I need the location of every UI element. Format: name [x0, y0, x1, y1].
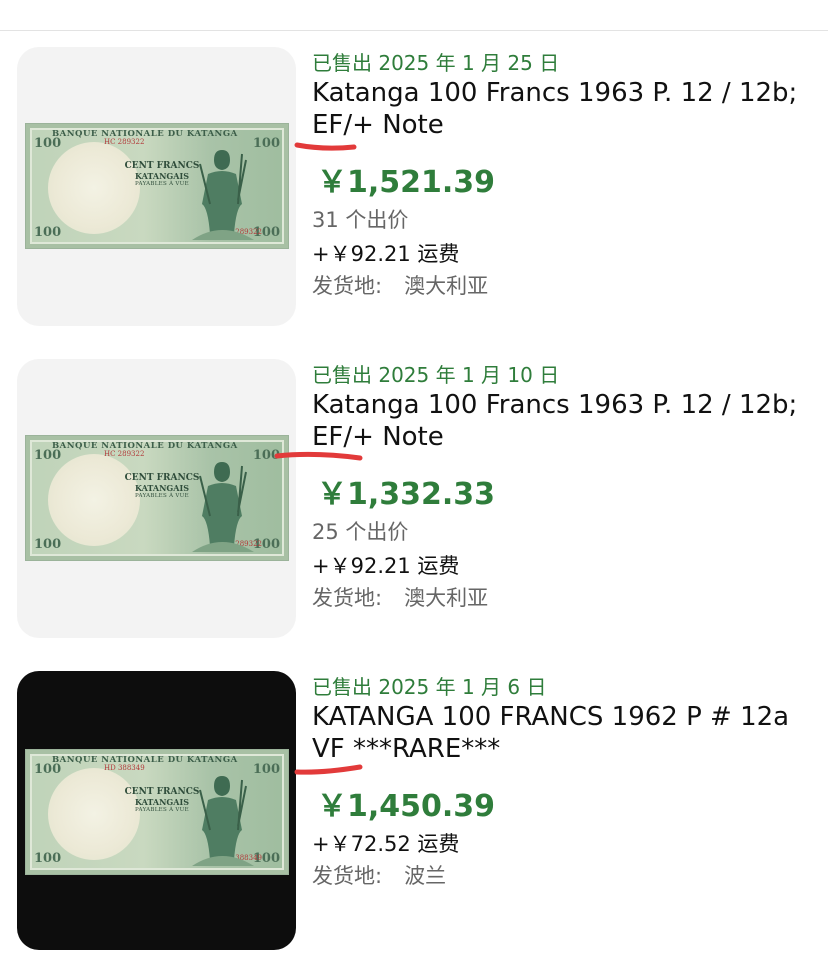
shipping-cost: +￥92.21 运费 — [312, 242, 460, 266]
title-line[interactable]: Katanga 100 Francs 1963 P. 12 / 12b; — [312, 77, 817, 109]
title-line[interactable]: EF/+ Note — [312, 421, 817, 453]
note-denomination: 100 — [34, 537, 62, 552]
ship-from-label: 发货地: — [312, 586, 383, 610]
note-center-text: CENT FRANCS KATANGAIS PAYABLES À VUE — [124, 787, 200, 813]
bid-count: 31 个出价 — [312, 208, 409, 232]
note-denomination: 100 — [34, 225, 62, 240]
ship-from: 发货地: 波兰 — [312, 861, 446, 891]
title-line[interactable]: VF ***RARE*** — [312, 733, 817, 765]
note-serial: HD 388349 — [104, 764, 145, 772]
note-denomination: 100 — [252, 136, 280, 151]
note-bank-name: BANQUE NATIONALE DU KATANGA — [52, 129, 238, 139]
note-serial: HC 289322 — [104, 138, 145, 146]
ship-from-label: 发货地: — [312, 864, 383, 888]
listing-title[interactable]: KATANGA 100 FRANCS 1962 P # 12a VF ***RA… — [312, 701, 817, 765]
bid-count: 25 个出价 — [312, 520, 409, 544]
note-center-text: CENT FRANCS KATANGAIS PAYABLES À VUE — [124, 473, 200, 499]
sold-date: 已售出 2025 年 1 月 25 日 — [312, 51, 560, 75]
price: ￥1,332.33 — [317, 477, 496, 512]
red-underline-mark — [294, 142, 357, 151]
title-line[interactable]: KATANGA 100 FRANCS 1962 P # 12a — [312, 701, 817, 733]
note-denomination: 100 — [252, 762, 280, 777]
title-line[interactable]: Katanga 100 Francs 1963 P. 12 / 12b; — [312, 389, 817, 421]
ship-from: 发货地: 澳大利亚 — [312, 271, 488, 301]
ship-from-value: 澳大利亚 — [404, 586, 489, 610]
red-underline-mark — [294, 764, 363, 775]
note-denomination: 100 — [34, 448, 62, 463]
listing-thumbnail[interactable]: BANQUE NATIONALE DU KATANGA 100 100 100 … — [17, 671, 296, 950]
note-bank-name: BANQUE NATIONALE DU KATANGA — [52, 755, 238, 765]
price: ￥1,521.39 — [317, 165, 496, 200]
ship-from-value: 澳大利亚 — [404, 274, 489, 298]
watermark-area — [48, 142, 140, 234]
watermark-area — [48, 454, 140, 546]
shipping-cost: +￥92.21 运费 — [312, 554, 460, 578]
watermark-area — [48, 768, 140, 860]
portrait-figure-icon — [192, 776, 254, 866]
listing-item[interactable]: BANQUE NATIONALE DU KATANGA 100 100 100 … — [0, 671, 828, 953]
note-bank-name: BANQUE NATIONALE DU KATANGA — [52, 441, 238, 451]
note-center-text: CENT FRANCS KATANGAIS PAYABLES À VUE — [124, 161, 200, 187]
listing-thumbnail[interactable]: BANQUE NATIONALE DU KATANGA 100 100 100 … — [17, 47, 296, 326]
note-denomination: 100 — [34, 136, 62, 151]
portrait-figure-icon — [192, 150, 254, 240]
shipping-cost: +￥72.52 运费 — [312, 832, 460, 856]
note-denomination: 100 — [34, 762, 62, 777]
listing-title[interactable]: Katanga 100 Francs 1963 P. 12 / 12b; EF/… — [312, 77, 817, 141]
top-divider — [0, 30, 828, 31]
ship-from-label: 发货地: — [312, 274, 383, 298]
banknote-image: BANQUE NATIONALE DU KATANGA 100 100 100 … — [25, 749, 289, 875]
title-line[interactable]: EF/+ Note — [312, 109, 817, 141]
listing-thumbnail[interactable]: BANQUE NATIONALE DU KATANGA 100 100 100 … — [17, 359, 296, 638]
banknote-image: BANQUE NATIONALE DU KATANGA 100 100 100 … — [25, 123, 289, 249]
price: ￥1,450.39 — [317, 789, 496, 824]
note-denomination: 100 — [34, 851, 62, 866]
red-underline-mark — [274, 451, 363, 461]
sold-date: 已售出 2025 年 1 月 6 日 — [312, 675, 547, 699]
ship-from-value: 波兰 — [404, 864, 447, 888]
sold-date: 已售出 2025 年 1 月 10 日 — [312, 363, 560, 387]
ship-from: 发货地: 澳大利亚 — [312, 583, 488, 613]
listing-title[interactable]: Katanga 100 Francs 1963 P. 12 / 12b; EF/… — [312, 389, 817, 453]
listing-item[interactable]: BANQUE NATIONALE DU KATANGA 100 100 100 … — [0, 359, 828, 641]
portrait-figure-icon — [192, 462, 254, 552]
banknote-image: BANQUE NATIONALE DU KATANGA 100 100 100 … — [25, 435, 289, 561]
note-serial: HC 289322 — [104, 450, 145, 458]
listing-item[interactable]: BANQUE NATIONALE DU KATANGA 100 100 100 … — [0, 47, 828, 329]
